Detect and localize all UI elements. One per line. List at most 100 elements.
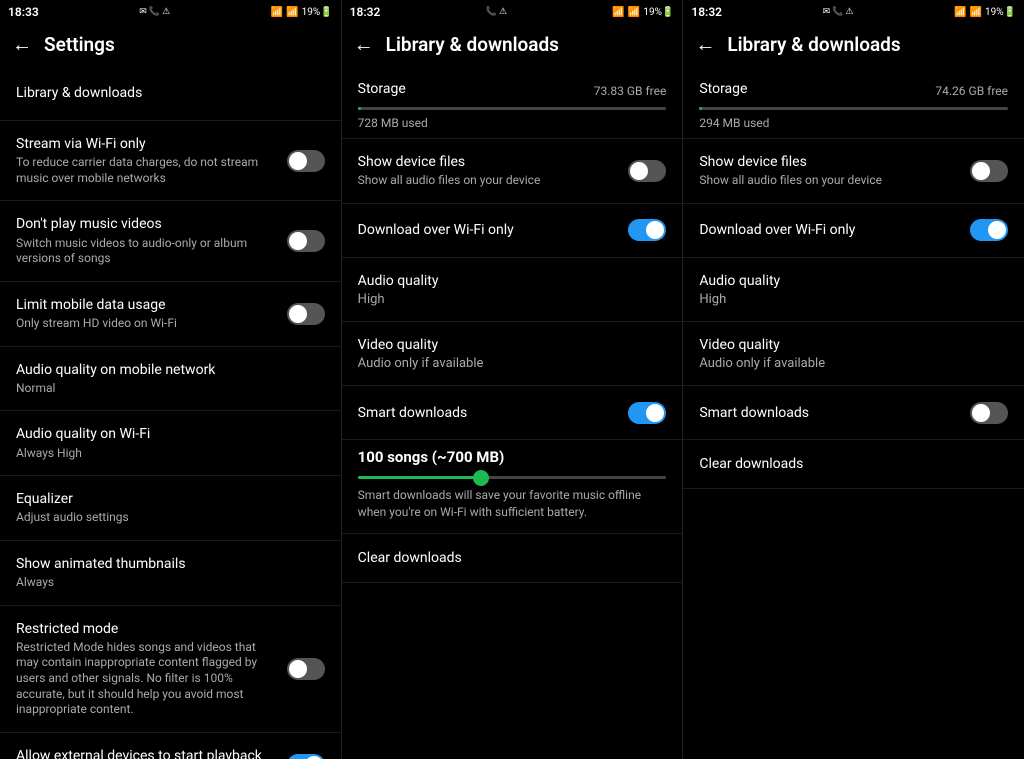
status-time: 18:33 [8,5,39,19]
setting-subtitle: Adjust audio settings [16,510,317,526]
status-bar: 18:32📞⚠📶📶19%🔋 [342,0,683,22]
battery-indicator: 19%🔋 [643,7,674,18]
toggle-switch[interactable] [628,402,666,424]
setting-item-dont-play-videos[interactable]: Don't play music videos Switch music vide… [0,201,341,281]
setting-subtitle: Normal [16,381,317,397]
storage-title: Storage [358,81,406,97]
clear-downloads-button[interactable]: Clear downloads [342,534,683,583]
setting-title: Video quality [699,336,1000,354]
setting-subtitle: Show all audio files on your device [699,173,962,189]
setting-item-show-device-files[interactable]: Show device filesShow all audio files on… [342,139,683,204]
msg-notification-icon: ✉ [139,7,147,17]
setting-title: Download over Wi-Fi only [358,221,621,239]
storage-used-text: 728 MB used [358,116,667,130]
setting-title: Allow external devices to start playback [16,747,279,759]
setting-title: Audio quality [358,272,659,290]
signal-icon: 📶 [970,7,982,18]
setting-item-external-devices[interactable]: Allow external devices to start playback… [0,733,341,759]
setting-subtitle: Restricted Mode hides songs and videos t… [16,640,279,718]
setting-value: High [358,292,659,307]
toggle-switch[interactable] [287,150,325,172]
slider-track[interactable] [358,476,667,479]
panel-content: Library & downloads Stream via Wi-Fi only… [0,67,341,759]
page-title: Library & downloads [727,33,900,56]
setting-item-smart-downloads[interactable]: Smart downloads [342,386,683,440]
back-button[interactable]: ← [12,32,32,57]
setting-item-equalizer[interactable]: EqualizerAdjust audio settings [0,476,341,541]
setting-item-audio-quality-2[interactable]: Audio qualityHigh [683,258,1024,322]
setting-item-download-wifi[interactable]: Download over Wi-Fi only [342,204,683,258]
setting-subtitle: Show all audio files on your device [358,173,621,189]
setting-value: High [699,292,1000,307]
toggle-switch[interactable] [970,402,1008,424]
toggle-switch[interactable] [287,658,325,680]
setting-title: Library & downloads [16,84,317,102]
status-right-icons: 📶📶19%🔋 [612,7,674,18]
setting-title: Audio quality on Wi-Fi [16,425,317,443]
slider-thumb[interactable] [473,470,489,486]
setting-title: Don't play music videos [16,215,279,233]
battery-indicator: 19%🔋 [985,7,1016,18]
clear-downloads-label: Clear downloads [358,550,667,566]
setting-title: Download over Wi-Fi only [699,221,962,239]
storage-section: Storage 73.83 GB free 728 MB used [342,67,683,139]
setting-item-restricted-mode[interactable]: Restricted modeRestricted Mode hides son… [0,606,341,733]
panel-content: Storage74.26 GB free294 MB usedShow devi… [683,67,1024,759]
setting-item-video-quality[interactable]: Video qualityAudio only if available [342,322,683,386]
toggle-switch[interactable] [970,219,1008,241]
signal-icon: 📶 [286,7,298,18]
page-title: Library & downloads [386,33,559,56]
setting-item-download-wifi-2[interactable]: Download over Wi-Fi only [683,204,1024,258]
storage-used-bar [699,107,702,110]
notification-icons: 📞⚠ [486,7,507,17]
setting-title: Smart downloads [699,404,962,422]
storage-bar [699,107,1008,110]
setting-subtitle: Switch music videos to audio-only or alb… [16,236,279,267]
toggle-switch[interactable] [287,303,325,325]
toggle-switch[interactable] [970,160,1008,182]
toggle-switch[interactable] [287,754,325,759]
alert-notification-icon: ⚠ [499,7,507,17]
setting-item-animated-thumbnails[interactable]: Show animated thumbnailsAlways [0,541,341,606]
slider-fill [358,476,481,479]
storage-free: 74.26 GB free [935,84,1008,98]
storage-free: 73.83 GB free [594,84,667,98]
call-notification-icon: 📞 [486,7,497,17]
call-notification-icon: 📞 [832,7,843,17]
status-time: 18:32 [350,5,381,19]
setting-item-audio-wifi[interactable]: Audio quality on Wi-Fi Always High [0,411,341,476]
toggle-switch[interactable] [628,160,666,182]
setting-item-library-downloads[interactable]: Library & downloads [0,67,341,121]
back-button[interactable]: ← [695,32,715,57]
setting-item-show-device-files-2[interactable]: Show device files Show all audio files on… [683,139,1024,204]
alert-notification-icon: ⚠ [845,7,853,17]
setting-title: Smart downloads [358,404,621,422]
page-header: ←Settings [0,22,341,67]
setting-item-audio-mobile[interactable]: Audio quality on mobile networkNormal [0,347,341,412]
msg-notification-icon: ✉ [823,7,831,17]
status-time: 18:32 [691,5,722,19]
signal-icon: 📶 [628,7,640,18]
storage-used-text: 294 MB used [699,116,1008,130]
alert-notification-icon: ⚠ [162,7,170,17]
setting-title: Show device files [699,153,962,171]
setting-item-video-quality-2[interactable]: Video quality Audio only if available [683,322,1024,386]
back-button[interactable]: ← [354,32,374,57]
panel-library-panel-2: 18:32✉📞⚠📶📶19%🔋←Library & downloadsStorag… [683,0,1024,759]
clear-downloads-button[interactable]: Clear downloads [683,440,1024,489]
toggle-switch[interactable] [287,230,325,252]
call-notification-icon: 📞 [149,7,160,17]
setting-title: Limit mobile data usage [16,296,279,314]
slider-description: Smart downloads will save your favorite … [358,487,667,521]
setting-subtitle: Always High [16,446,317,462]
panel-content: Storage 73.83 GB free 728 MB used Show devi… [342,67,683,759]
status-bar: 18:33✉📞⚠📶📶19%🔋 [0,0,341,22]
setting-item-stream-wifi[interactable]: Stream via Wi-Fi onlyTo reduce carrier d… [0,121,341,201]
setting-item-smart-downloads-2[interactable]: Smart downloads [683,386,1024,440]
setting-value: Audio only if available [699,356,1000,371]
setting-title: Stream via Wi-Fi only [16,135,279,153]
setting-item-limit-mobile[interactable]: Limit mobile data usageOnly stream HD vi… [0,282,341,347]
toggle-switch[interactable] [628,219,666,241]
setting-item-audio-quality[interactable]: Audio quality High [342,258,683,322]
wifi-icon: 📶 [612,7,624,18]
